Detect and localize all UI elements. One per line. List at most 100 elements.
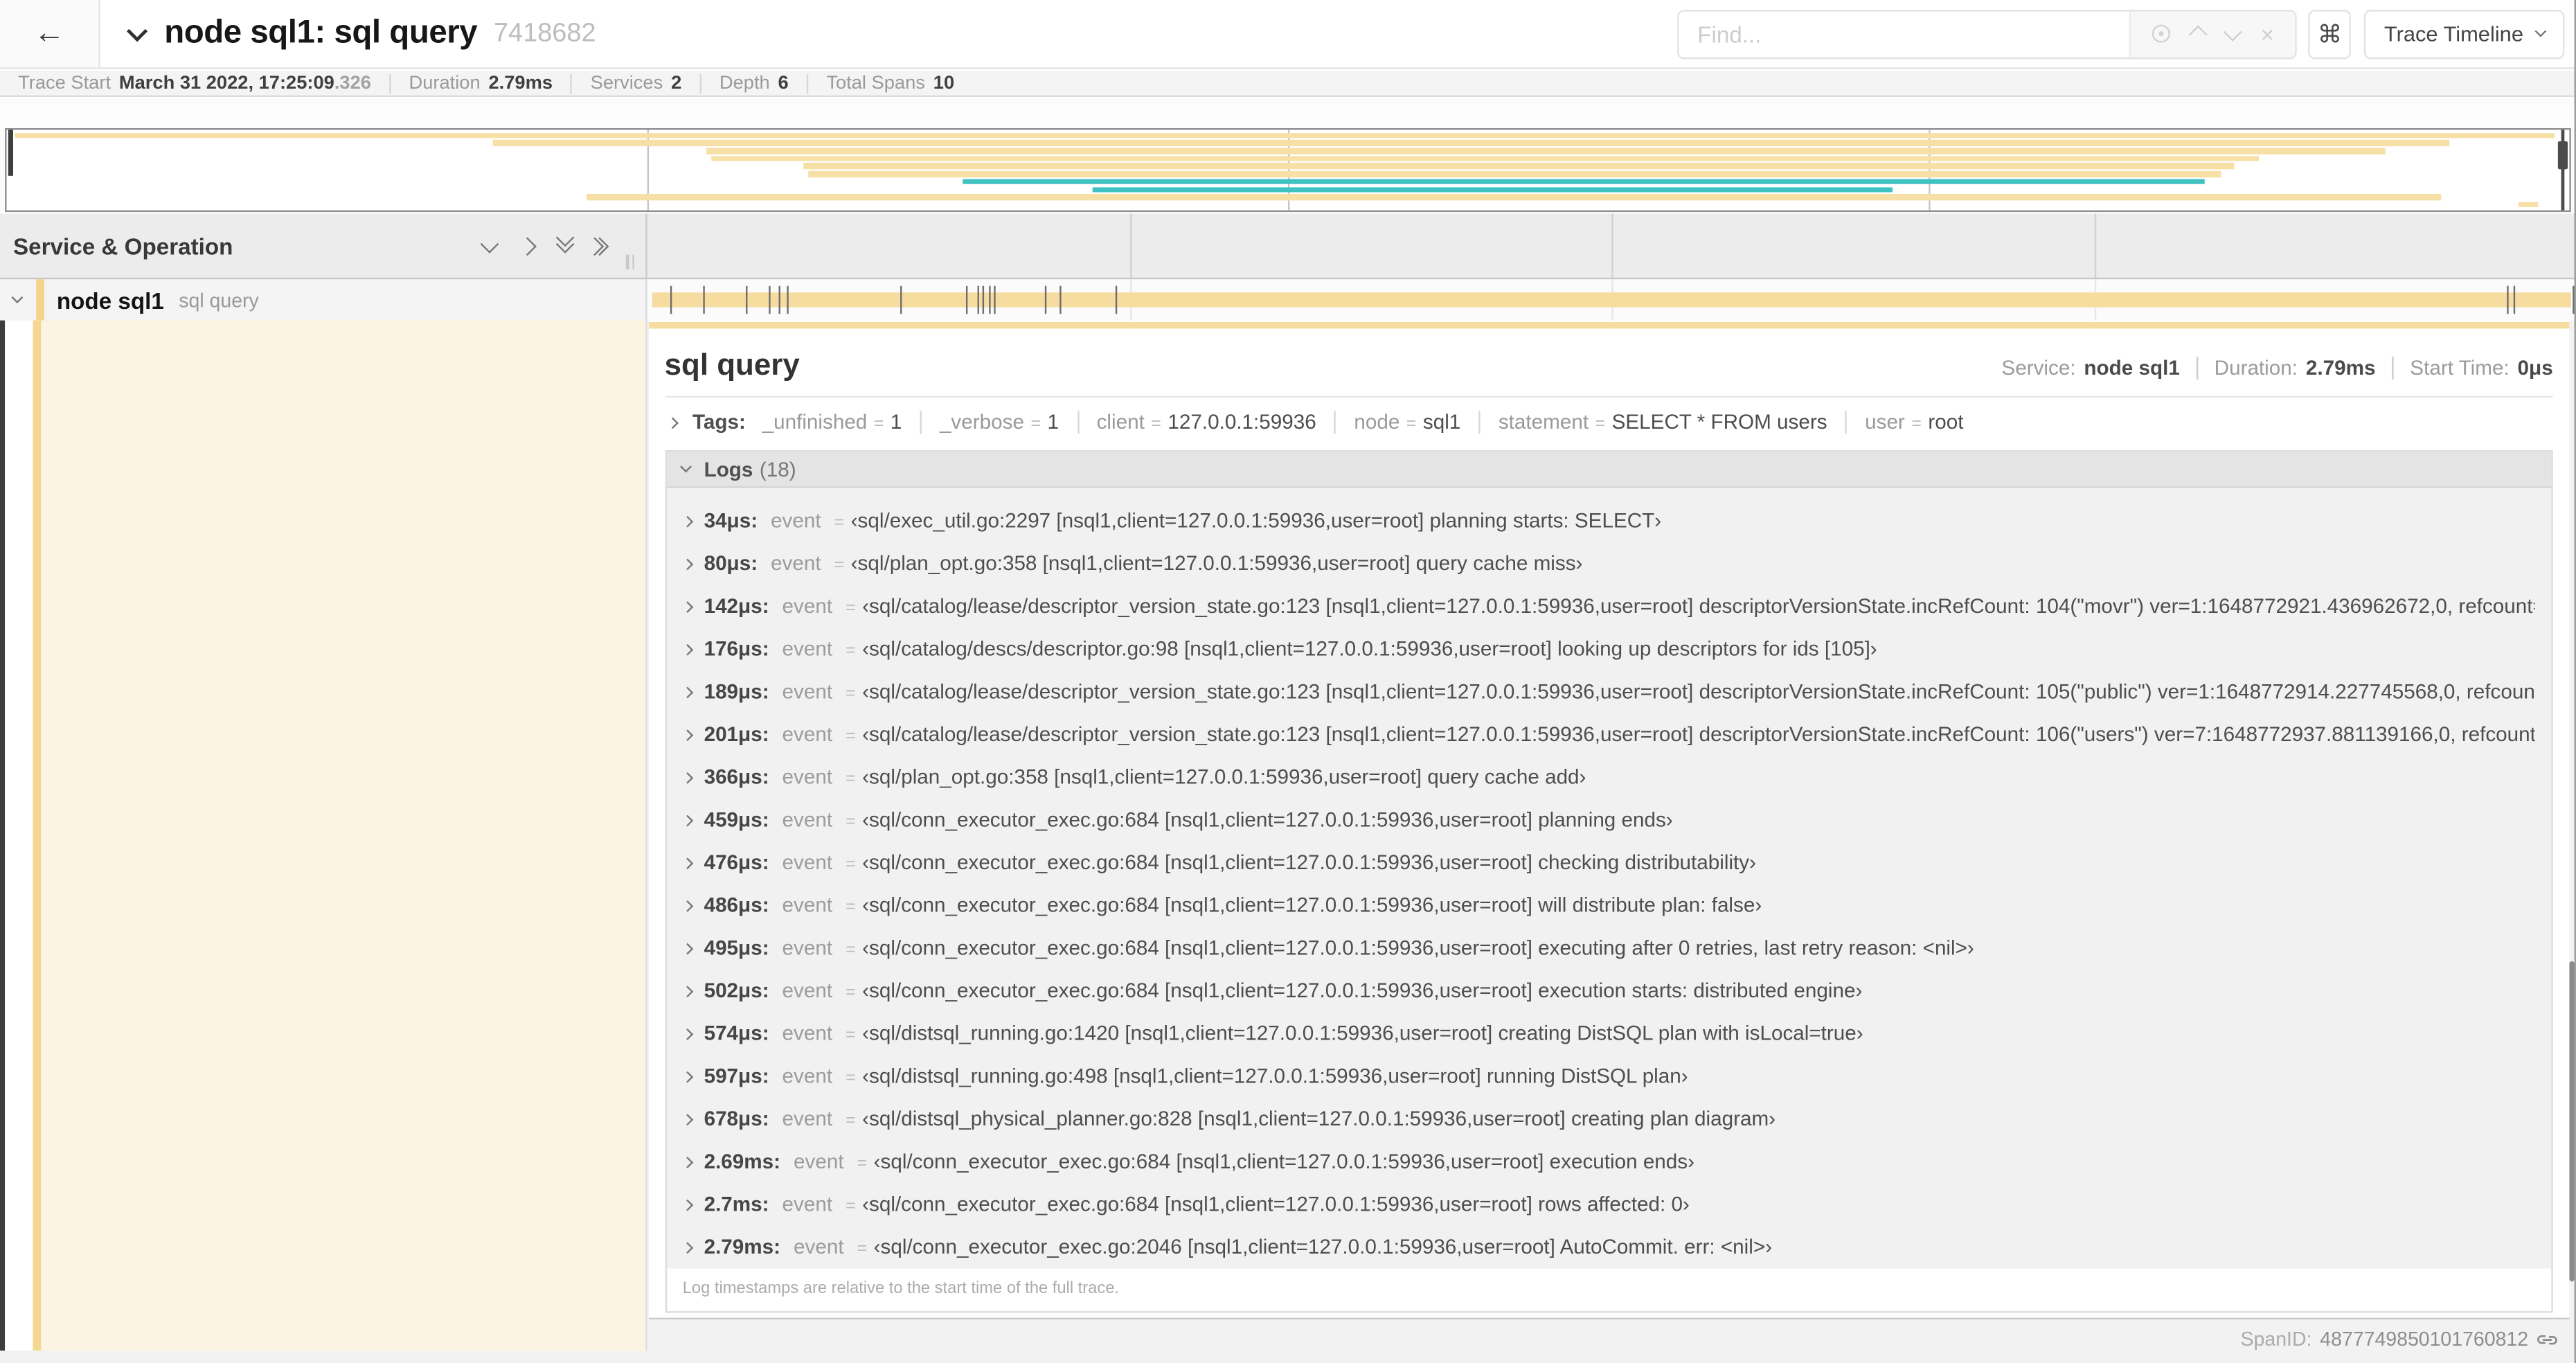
log-row[interactable]: 597μs: event = ‹sql/distsql_running.go:4… [666, 1055, 2551, 1098]
log-chevron-right-icon[interactable] [681, 515, 693, 528]
log-timestamp: 189μs: [704, 680, 769, 704]
log-timestamp: 495μs: [704, 936, 769, 960]
minimap-canvas[interactable] [5, 128, 2571, 213]
title-chevron-down-icon[interactable] [126, 21, 148, 42]
column-resize-handle[interactable] [625, 254, 634, 270]
log-row[interactable]: 678μs: event = ‹sql/distsql_physical_pla… [666, 1098, 2551, 1141]
log-row[interactable]: 189μs: event = ‹sql/catalog/lease/descri… [666, 670, 2551, 713]
link-icon[interactable] [2532, 1324, 2563, 1355]
log-tick [976, 285, 979, 314]
log-chevron-right-icon[interactable] [681, 601, 693, 613]
log-row[interactable]: 366μs: event = ‹sql/plan_opt.go:358 [nsq… [666, 756, 2551, 799]
log-value: ‹sql/distsql_running.go:1420 [nsql1,clie… [862, 1022, 1863, 1045]
trace-meta-bar: Trace Start March 31 2022, 17:25:09 .326… [0, 71, 2576, 97]
log-chevron-right-icon[interactable] [681, 900, 693, 912]
find-input[interactable] [1679, 10, 2130, 57]
minimap-right-scrubber[interactable] [2557, 130, 2568, 211]
log-value: ‹sql/conn_executor_exec.go:684 [nsql1,cl… [862, 850, 1756, 875]
equals-sign: = [1151, 413, 1161, 434]
log-chevron-right-icon[interactable] [681, 729, 693, 742]
log-value: ‹sql/catalog/descs/descriptor.go:98 [nsq… [862, 637, 1877, 661]
chevron-down-icon[interactable] [2223, 21, 2242, 41]
minimap-left-scrubber[interactable] [8, 130, 12, 177]
log-timestamp: 34μs: [704, 509, 758, 533]
minimap-span-row [6, 193, 2569, 201]
log-timestamp: 502μs: [704, 979, 769, 1003]
span-row-chevron-down-icon[interactable] [11, 292, 24, 303]
log-chevron-right-icon[interactable] [681, 686, 693, 699]
equals-sign: = [846, 1110, 856, 1131]
log-row[interactable]: 574μs: event = ‹sql/distsql_running.go:1… [666, 1012, 2551, 1055]
expand-one-chevron-right-icon[interactable] [518, 236, 537, 256]
log-row[interactable]: 201μs: event = ‹sql/catalog/lease/descri… [666, 713, 2551, 756]
tags-chevron-right-icon[interactable] [665, 416, 678, 429]
equals-sign: = [846, 769, 856, 789]
trace-meta-item: Duration 2.79ms [391, 73, 573, 93]
trace-view-dropdown[interactable]: Trace Timeline [2364, 9, 2565, 59]
span-bar[interactable] [652, 292, 2571, 308]
gridline [1129, 213, 1132, 278]
chevron-up-icon[interactable] [2189, 24, 2208, 44]
log-row[interactable]: 34μs: event = ‹sql/exec_util.go:2297 [ns… [666, 499, 2551, 542]
expand-all-double-chevron-right-icon[interactable] [585, 236, 609, 256]
log-value: ‹sql/conn_executor_exec.go:684 [nsql1,cl… [862, 893, 1762, 917]
minimap-span-bar [962, 179, 2206, 185]
log-chevron-right-icon[interactable] [681, 1242, 693, 1254]
log-value: ‹sql/plan_opt.go:358 [nsql1,client=127.0… [862, 765, 1586, 789]
back-button[interactable]: ← [0, 0, 100, 68]
log-chevron-right-icon[interactable] [681, 814, 693, 827]
equals-sign: = [857, 1153, 868, 1173]
log-chevron-right-icon[interactable] [681, 1071, 693, 1083]
logs-header[interactable]: Logs (18) [666, 452, 2552, 488]
header-actions: × ⌘ Trace Timeline [1677, 9, 2576, 59]
scrollbar-thumb[interactable] [2569, 961, 2575, 1282]
log-row[interactable]: 142μs: event = ‹sql/catalog/lease/descri… [666, 585, 2551, 628]
log-row[interactable]: 459μs: event = ‹sql/conn_executor_exec.g… [666, 799, 2551, 841]
log-tick [983, 285, 985, 314]
span-detail-panel: sql query Service: node sql1 Duration: 2… [647, 320, 2570, 1320]
log-field-key: event [794, 1236, 844, 1259]
equals-sign: = [846, 726, 856, 747]
log-chevron-right-icon[interactable] [681, 857, 693, 870]
trace-meta-label: Depth [719, 73, 770, 93]
log-row[interactable]: 80μs: event = ‹sql/plan_opt.go:358 [nsql… [666, 542, 2551, 585]
log-chevron-right-icon[interactable] [681, 1157, 693, 1168]
clear-icon[interactable]: × [2260, 22, 2273, 45]
span-row[interactable]: node sql1 sql query [0, 279, 647, 321]
log-chevron-right-icon[interactable] [681, 986, 693, 998]
logs-chevron-down-icon[interactable] [679, 461, 691, 473]
collapse-one-chevron-down-icon[interactable] [480, 233, 499, 253]
log-chevron-right-icon[interactable] [681, 558, 693, 571]
log-row[interactable]: 495μs: event = ‹sql/conn_executor_exec.g… [666, 927, 2551, 970]
focus-match-icon[interactable] [2152, 24, 2171, 43]
log-row[interactable]: 486μs: event = ‹sql/conn_executor_exec.g… [666, 884, 2551, 927]
collapse-all-double-chevron-down-icon[interactable] [555, 227, 575, 253]
log-row[interactable]: 2.7ms: event = ‹sql/conn_executor_exec.g… [666, 1183, 2551, 1226]
arrow-left-icon: ← [33, 15, 65, 51]
span-id-label: SpanID: [2240, 1327, 2312, 1351]
logs-section: Logs (18) 34μs: event = ‹sql/exec_util.g… [664, 450, 2553, 1313]
log-row[interactable]: 476μs: event = ‹sql/conn_executor_exec.g… [666, 841, 2551, 884]
log-row[interactable]: 2.69ms: event = ‹sql/conn_executor_exec.… [666, 1140, 2551, 1183]
equals-sign: = [846, 897, 856, 917]
tags-row[interactable]: Tags: _unfinished = 1 _verbose = 1 clien… [648, 398, 2570, 445]
tag-value: root [1928, 411, 1964, 434]
log-row[interactable]: 2.79ms: event = ‹sql/conn_executor_exec.… [666, 1226, 2551, 1269]
equals-sign: = [1030, 413, 1041, 434]
minimap-span-row [6, 162, 2569, 170]
tag-value: 1 [890, 411, 902, 434]
log-chevron-right-icon[interactable] [681, 1114, 693, 1126]
keyboard-shortcuts-button[interactable]: ⌘ [2308, 9, 2352, 59]
log-chevron-right-icon[interactable] [681, 643, 693, 656]
log-tick [2514, 285, 2516, 314]
log-value: ‹sql/catalog/lease/descriptor_version_st… [862, 594, 2535, 618]
trace-meta-label: Trace Start [18, 73, 111, 93]
log-field-key: event [782, 893, 833, 917]
log-chevron-right-icon[interactable] [681, 772, 693, 784]
log-row[interactable]: 502μs: event = ‹sql/conn_executor_exec.g… [666, 970, 2551, 1013]
log-row[interactable]: 176μs: event = ‹sql/catalog/descs/descri… [666, 627, 2551, 670]
log-chevron-right-icon[interactable] [681, 1199, 693, 1211]
equals-sign: = [846, 854, 856, 875]
log-chevron-right-icon[interactable] [681, 943, 693, 955]
log-chevron-right-icon[interactable] [681, 1028, 693, 1040]
